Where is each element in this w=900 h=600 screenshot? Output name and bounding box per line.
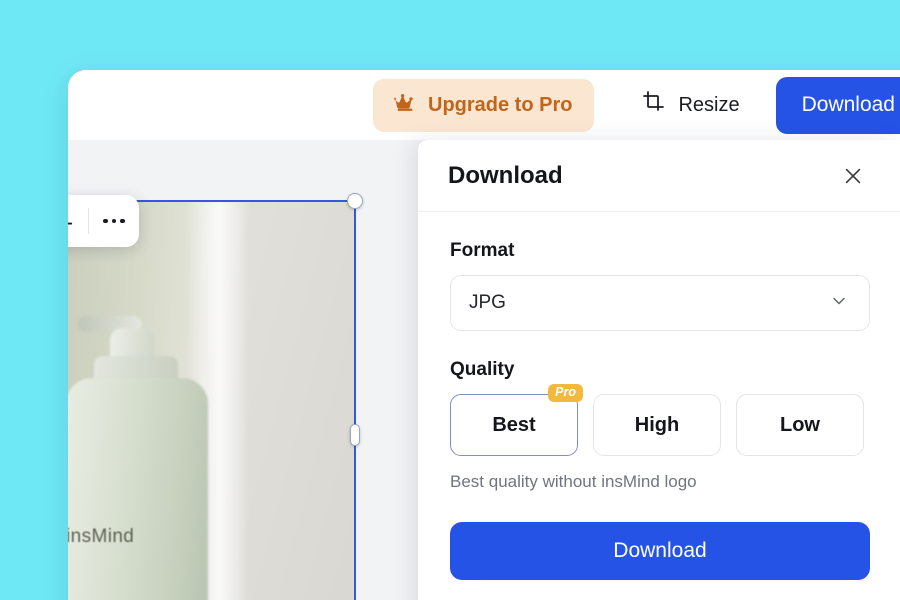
- upgrade-to-pro-label: Upgrade to Pro: [428, 93, 573, 116]
- resize-button[interactable]: Resize: [618, 79, 763, 132]
- format-section-label: Format: [450, 240, 515, 261]
- close-icon[interactable]: [838, 161, 868, 191]
- format-select-value: JPG: [469, 292, 506, 313]
- quality-section: Quality Best Pro High Low Best quality w…: [450, 359, 870, 492]
- download-panel-body: Format JPG Quality Best Pro High Low Bes…: [418, 212, 900, 580]
- upgrade-to-pro-button[interactable]: Upgrade to Pro: [373, 78, 595, 132]
- pro-badge: Pro: [548, 384, 583, 402]
- quality-option-best-label: Best: [492, 413, 536, 436]
- quality-option-low[interactable]: Low: [736, 394, 864, 456]
- quality-option-high-label: High: [634, 413, 680, 436]
- download-panel-header: Download: [418, 140, 900, 212]
- quality-hint-text: Best quality without insMind logo: [450, 472, 697, 491]
- quality-option-high[interactable]: High: [593, 394, 721, 456]
- quality-section-label: Quality: [450, 359, 515, 380]
- crop-tool-button[interactable]: [68, 195, 88, 247]
- download-submit-button[interactable]: Download: [450, 522, 870, 580]
- bottle-body: [68, 378, 208, 600]
- product-bottle-image: insMind: [68, 298, 208, 600]
- download-panel-title: Download: [448, 161, 563, 189]
- resize-label: Resize: [678, 93, 740, 116]
- crop-icon: [68, 208, 74, 235]
- bottle-brand-label: insMind: [68, 526, 135, 547]
- quality-option-best[interactable]: Best Pro: [450, 384, 583, 456]
- crop-icon: [642, 90, 666, 120]
- format-select[interactable]: JPG: [450, 275, 870, 331]
- app-window: Upgrade to Pro Resize Download insMind D…: [68, 70, 900, 600]
- crown-icon: [393, 93, 417, 118]
- quality-option-low-label: Low: [780, 413, 820, 436]
- quality-options-group: Best Pro High Low: [450, 384, 870, 456]
- more-dots-icon: [103, 218, 125, 224]
- more-options-button[interactable]: [89, 195, 139, 247]
- element-floating-toolbar: [68, 195, 139, 247]
- download-panel: Download Format JPG Quality Best Pro Hig…: [418, 140, 900, 600]
- chevron-down-icon: [829, 291, 849, 316]
- artboard[interactable]: insMind: [68, 200, 356, 600]
- download-button-topbar[interactable]: Download: [775, 76, 900, 134]
- top-toolbar: Upgrade to Pro Resize Download: [68, 70, 900, 140]
